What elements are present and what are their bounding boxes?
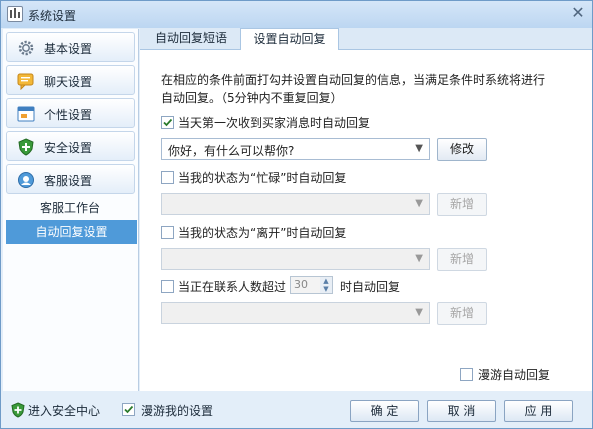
sidebar-item-service[interactable]: 客服设置 <box>6 164 135 194</box>
window-title: 系统设置 <box>28 9 77 23</box>
rule-contact-count-label-suffix: 时自动回复 <box>340 280 401 294</box>
sidebar-item-label: 个性设置 <box>44 108 93 122</box>
edit-button[interactable]: 修改 <box>437 138 487 161</box>
roaming-reply-label: 漫游自动回复 <box>478 368 551 382</box>
rule-contact-count-select[interactable]: ▼ <box>161 302 430 324</box>
chat-icon <box>17 72 35 91</box>
contact-count-stepper[interactable]: 30 ▲ ▼ <box>290 276 333 294</box>
chevron-down-icon: ▼ <box>415 198 423 209</box>
rule-contact-count-checkbox[interactable] <box>161 280 174 293</box>
apply-button[interactable]: 应 用 <box>504 400 573 422</box>
sidebar-subitem-workbench[interactable]: 客服工作台 <box>3 196 137 220</box>
sidebar-item-label: 安全设置 <box>44 141 93 155</box>
rule-busy-checkbox[interactable] <box>161 171 174 184</box>
rule-away-label: 当我的状态为“离开”时自动回复 <box>178 226 347 240</box>
rule-first-message-select[interactable]: 你好，有什么可以帮你? ▼ <box>161 138 430 160</box>
sidebar-item-label: 聊天设置 <box>44 75 93 89</box>
rule-busy-select[interactable]: ▼ <box>161 193 430 215</box>
rule-busy-label: 当我的状态为“忙碌”时自动回复 <box>178 171 347 185</box>
window-icon <box>17 105 35 123</box>
security-center-link[interactable]: 进入安全中心 <box>28 402 100 419</box>
rule-contact-count-label-prefix: 当正在联系人数超过 <box>178 280 287 294</box>
gear-icon <box>17 39 35 57</box>
sidebar-item-label: 基本设置 <box>44 42 93 56</box>
rule-first-message-label: 当天第一次收到买家消息时自动回复 <box>178 116 371 130</box>
cancel-button[interactable]: 取 消 <box>427 400 496 422</box>
ok-button[interactable]: 确 定 <box>350 400 419 422</box>
chevron-down-icon[interactable]: ▼ <box>415 307 423 318</box>
add-button[interactable]: 新增 <box>437 193 487 216</box>
tab-reply-phrases[interactable]: 自动回复短语 <box>145 28 237 50</box>
chevron-down-icon[interactable]: ▼ <box>320 285 332 293</box>
sidebar-item-personal[interactable]: 个性设置 <box>6 98 135 128</box>
tab-bar: 自动回复短语 设置自动回复 <box>140 28 592 50</box>
title-bar[interactable]: 系统设置 ✕ <box>1 1 592 28</box>
auto-reply-panel: 在相应的条件前面打勾并设置自动回复的信息，当满足条件时系统将进行自动回复。（5分… <box>140 50 592 391</box>
settings-window: 系统设置 ✕ 基本设置 聊天设置 个性设置 安全设置 客服设置 客服工作台 自动… <box>0 0 593 429</box>
roam-settings-label: 漫游我的设置 <box>141 404 214 418</box>
add-button[interactable]: 新增 <box>437 248 487 271</box>
sidebar-item-label: 客服设置 <box>44 174 93 188</box>
chevron-down-icon: ▼ <box>415 143 423 154</box>
add-button[interactable]: 新增 <box>437 302 487 325</box>
roaming-reply-checkbox[interactable] <box>460 368 473 381</box>
rule-away-checkbox[interactable] <box>161 226 174 239</box>
contact-count-value: 30 <box>294 278 308 291</box>
sidebar: 基本设置 聊天设置 个性设置 安全设置 客服设置 客服工作台 自动回复设置 <box>3 29 139 391</box>
chevron-up-icon[interactable]: ▲ <box>320 277 332 285</box>
roam-settings-checkbox[interactable] <box>122 403 135 416</box>
sidebar-subitem-auto-reply[interactable]: 自动回复设置 <box>6 220 137 244</box>
service-icon <box>17 171 35 189</box>
tab-auto-reply-settings[interactable]: 设置自动回复 <box>240 28 339 50</box>
footer-bar: 进入安全中心 漫游我的设置 确 定 取 消 应 用 <box>3 391 592 428</box>
rule-away-select[interactable]: ▼ <box>161 248 430 270</box>
sidebar-item-basic[interactable]: 基本设置 <box>6 32 135 62</box>
description-text: 在相应的条件前面打勾并设置自动回复的信息，当满足条件时系统将进行自动回复。（5分… <box>161 73 546 105</box>
close-icon[interactable]: ✕ <box>569 4 587 22</box>
rule-first-message-checkbox[interactable] <box>161 116 174 129</box>
app-icon <box>7 6 23 22</box>
sidebar-item-chat[interactable]: 聊天设置 <box>6 65 135 95</box>
chevron-down-icon: ▼ <box>415 253 423 264</box>
sidebar-item-security[interactable]: 安全设置 <box>6 131 135 161</box>
shield-icon <box>11 402 25 418</box>
shield-icon <box>17 138 35 156</box>
rule-first-message-value: 你好，有什么可以帮你? <box>168 144 295 158</box>
